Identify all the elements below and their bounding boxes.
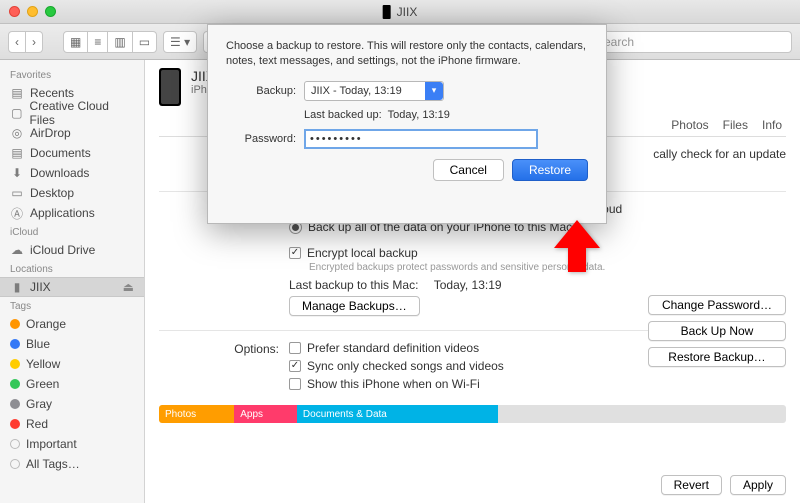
storage-documents: Documents & Data xyxy=(297,405,498,423)
tab-info[interactable]: Info xyxy=(762,118,782,132)
restore-backup-dialog: Choose a backup to restore. This will re… xyxy=(207,24,607,224)
cancel-button[interactable]: Cancel xyxy=(433,159,504,181)
password-input[interactable]: ••••••••• xyxy=(304,129,538,149)
desktop-icon: ▭ xyxy=(10,187,24,199)
manage-backups-button[interactable]: Manage Backups… xyxy=(289,296,420,316)
storage-photos: Photos xyxy=(159,405,234,423)
view-buttons: ▦ ≡ ▥ ▭ xyxy=(63,31,157,53)
window-title: JIIX xyxy=(383,5,418,19)
back-button[interactable]: ‹ xyxy=(8,31,26,53)
window-title-text: JIIX xyxy=(397,5,418,19)
window-controls xyxy=(9,6,56,17)
revert-button[interactable]: Revert xyxy=(661,475,722,495)
sidebar-item-device[interactable]: ▮JIIX⏏ xyxy=(0,277,144,297)
storage-free xyxy=(498,405,786,423)
checkbox-icon xyxy=(289,342,301,354)
backup-now-button[interactable]: Back Up Now xyxy=(648,321,786,341)
sidebar-tag-yellow[interactable]: Yellow xyxy=(0,354,144,374)
storage-bar: Photos Apps Documents & Data xyxy=(159,405,786,423)
annotation-arrow xyxy=(554,220,600,275)
zoom-window-button[interactable] xyxy=(45,6,56,17)
documents-icon: ▤ xyxy=(10,147,24,159)
sidebar-item-iclouddrive[interactable]: ☁iCloud Drive xyxy=(0,240,144,260)
dialog-message: Choose a backup to restore. This will re… xyxy=(226,39,588,69)
sidebar-head-tags: Tags xyxy=(0,297,144,314)
options-label: Options: xyxy=(159,341,289,395)
encrypt-checkbox[interactable]: Encrypt local backup xyxy=(289,246,786,260)
cloud-icon: ☁ xyxy=(10,244,24,256)
checkbox-icon xyxy=(289,247,301,259)
sidebar-tag-green[interactable]: Green xyxy=(0,374,144,394)
checkbox-icon xyxy=(289,360,301,372)
storage-apps: Apps xyxy=(234,405,297,423)
sidebar-item-creativecloud[interactable]: ▢Creative Cloud Files xyxy=(0,103,144,123)
sidebar-head-favorites: Favorites xyxy=(0,66,144,83)
tag-dot-icon xyxy=(10,319,20,329)
folder-icon: ▢ xyxy=(10,107,24,119)
last-backed-up: Last backed up: Today, 13:19 xyxy=(304,109,450,121)
encrypt-subtext: Encrypted backups protect passwords and … xyxy=(309,262,786,273)
change-password-button[interactable]: Change Password… xyxy=(648,295,786,315)
backup-select[interactable]: JIIX - Today, 13:19 ▾ xyxy=(304,81,444,101)
phone-icon: ▮ xyxy=(10,281,24,293)
sidebar-tag-red[interactable]: Red xyxy=(0,414,144,434)
nav-buttons: ‹ › xyxy=(8,31,43,53)
restore-backup-button[interactable]: Restore Backup… xyxy=(648,347,786,367)
option-wifi[interactable]: Show this iPhone when on Wi-Fi xyxy=(289,377,786,391)
sidebar-item-applications[interactable]: ⒶApplications xyxy=(0,203,144,223)
sidebar-head-icloud: iCloud xyxy=(0,223,144,240)
sidebar-tag-important[interactable]: Important xyxy=(0,434,144,454)
sidebar-head-locations: Locations xyxy=(0,260,144,277)
view-gallery-button[interactable]: ▭ xyxy=(133,31,157,53)
sidebar-tag-gray[interactable]: Gray xyxy=(0,394,144,414)
backup-select-label: Backup: xyxy=(226,85,304,97)
sidebar-tag-all[interactable]: All Tags… xyxy=(0,454,144,474)
sidebar: Favorites ▤Recents ▢Creative Cloud Files… xyxy=(0,60,145,503)
view-column-button[interactable]: ▥ xyxy=(108,31,132,53)
view-icon-button[interactable]: ▦ xyxy=(63,31,88,53)
sidebar-item-desktop[interactable]: ▭Desktop xyxy=(0,183,144,203)
tag-dot-icon xyxy=(10,459,20,469)
group-button[interactable]: ☰ ▾ xyxy=(163,31,197,53)
tag-dot-icon xyxy=(10,419,20,429)
downloads-icon: ⬇ xyxy=(10,167,24,179)
apply-button[interactable]: Apply xyxy=(730,475,786,495)
titlebar: JIIX xyxy=(0,0,800,24)
sidebar-tag-orange[interactable]: Orange xyxy=(0,314,144,334)
password-label: Password: xyxy=(226,133,304,145)
checkbox-icon xyxy=(289,378,301,390)
tag-dot-icon xyxy=(10,439,20,449)
sidebar-tag-blue[interactable]: Blue xyxy=(0,334,144,354)
eject-icon[interactable]: ⏏ xyxy=(123,280,134,294)
applications-icon: Ⓐ xyxy=(10,207,24,219)
airdrop-icon: ◎ xyxy=(10,127,24,139)
tag-dot-icon xyxy=(10,379,20,389)
sidebar-item-documents[interactable]: ▤Documents xyxy=(0,143,144,163)
last-backup-row: Last backup to this Mac: Today, 13:19 xyxy=(289,278,786,292)
close-window-button[interactable] xyxy=(9,6,20,17)
sidebar-item-downloads[interactable]: ⬇Downloads xyxy=(0,163,144,183)
tab-files[interactable]: Files xyxy=(723,118,748,132)
tab-photos[interactable]: Photos xyxy=(671,118,708,132)
restore-button[interactable]: Restore xyxy=(512,159,588,181)
device-image xyxy=(159,68,181,106)
tag-dot-icon xyxy=(10,399,20,409)
device-icon xyxy=(383,5,391,19)
view-list-button[interactable]: ≡ xyxy=(88,31,108,53)
minimize-window-button[interactable] xyxy=(27,6,38,17)
tag-dot-icon xyxy=(10,359,20,369)
recents-icon: ▤ xyxy=(10,87,24,99)
forward-button[interactable]: › xyxy=(26,31,43,53)
footer-buttons: Revert Apply xyxy=(661,475,786,495)
select-arrow-icon: ▾ xyxy=(425,82,443,100)
tag-dot-icon xyxy=(10,339,20,349)
